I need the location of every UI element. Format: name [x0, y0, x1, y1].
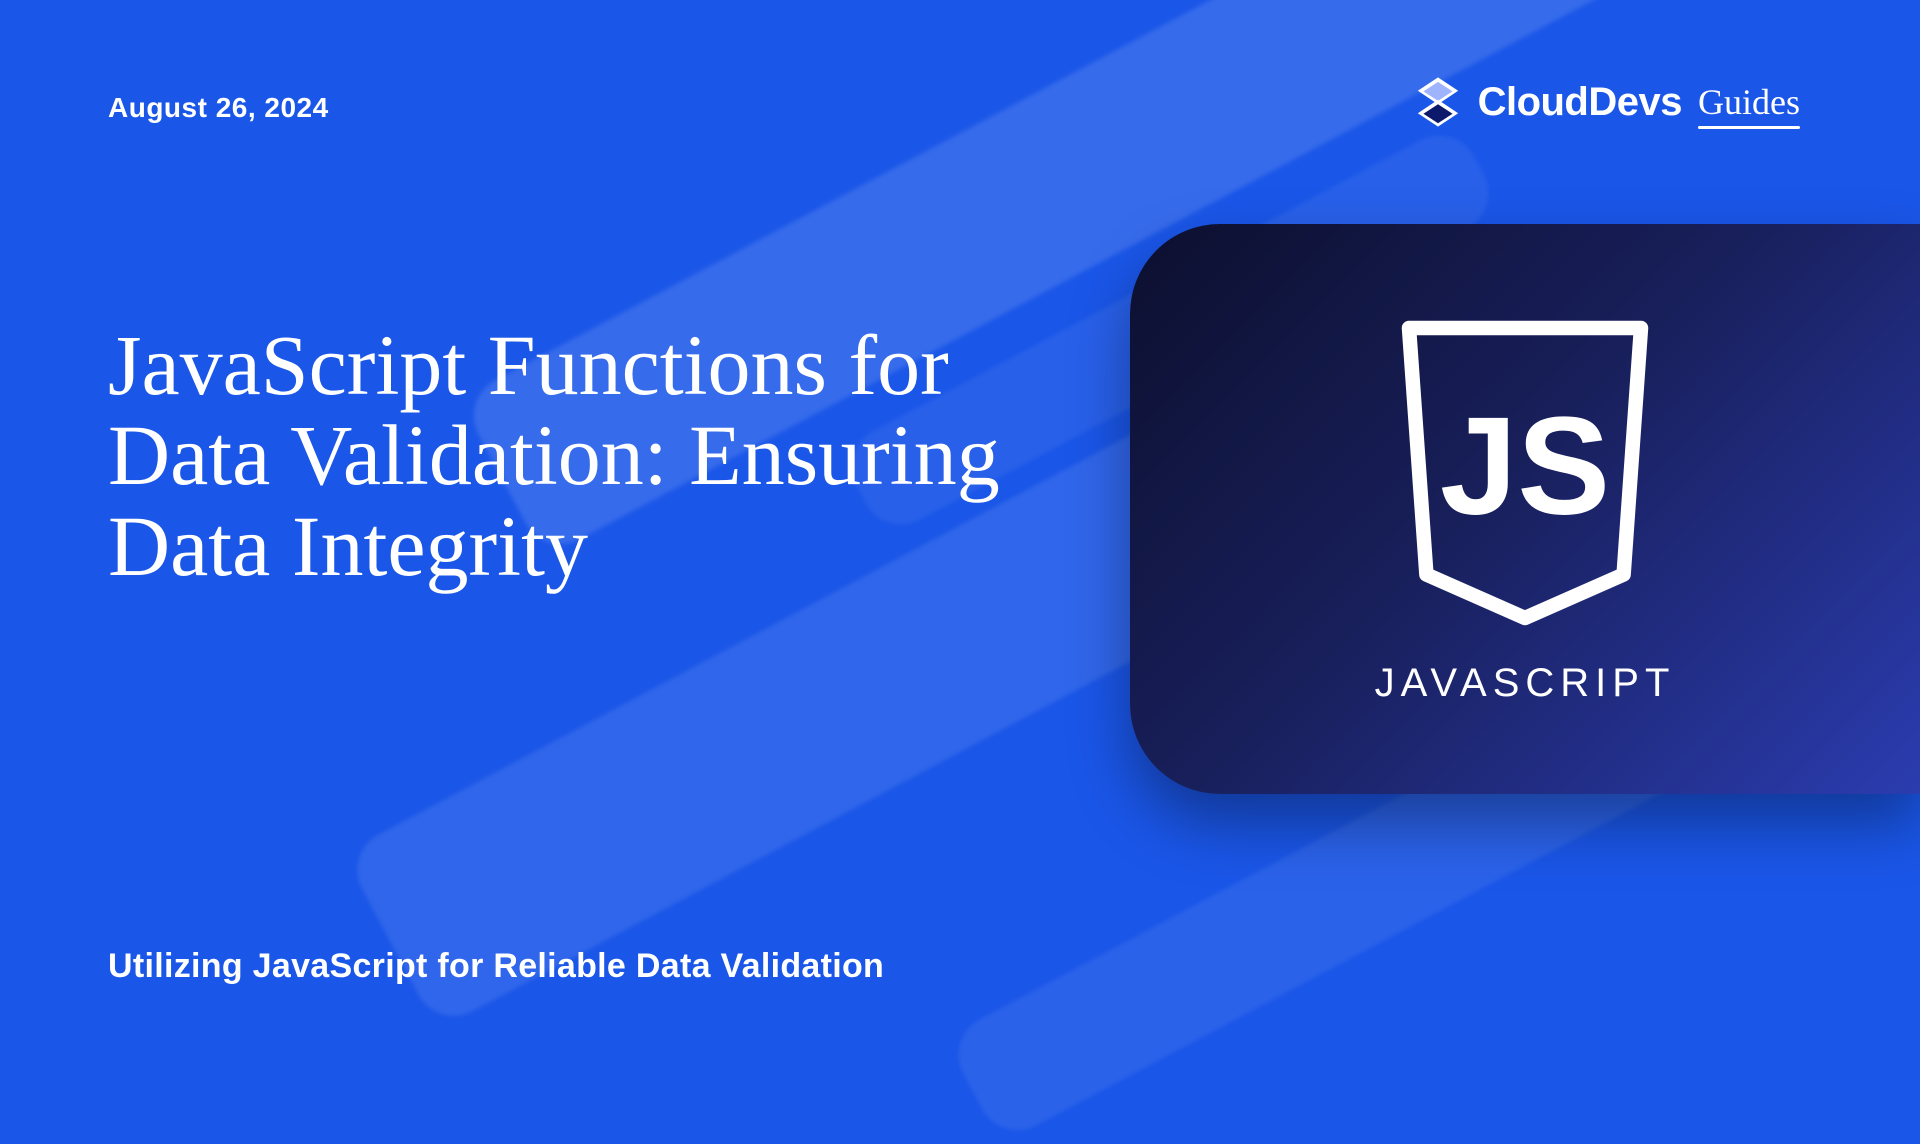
shield-text: JS: [1440, 388, 1610, 543]
brand-logo: CloudDevs Guides: [1410, 74, 1800, 130]
publish-date: August 26, 2024: [108, 92, 329, 124]
javascript-caption: JAVASCRIPT: [1375, 661, 1676, 706]
javascript-shield-icon: JS: [1380, 313, 1670, 633]
brand-name: CloudDevs: [1478, 80, 1682, 125]
page-subtitle: Utilizing JavaScript for Reliable Data V…: [108, 947, 884, 986]
brand-suffix: Guides: [1698, 81, 1800, 123]
clouddevs-icon: [1410, 74, 1466, 130]
javascript-badge-card: JS JAVASCRIPT: [1130, 224, 1920, 794]
page-title: JavaScript Functions for Data Validation…: [108, 320, 1068, 591]
